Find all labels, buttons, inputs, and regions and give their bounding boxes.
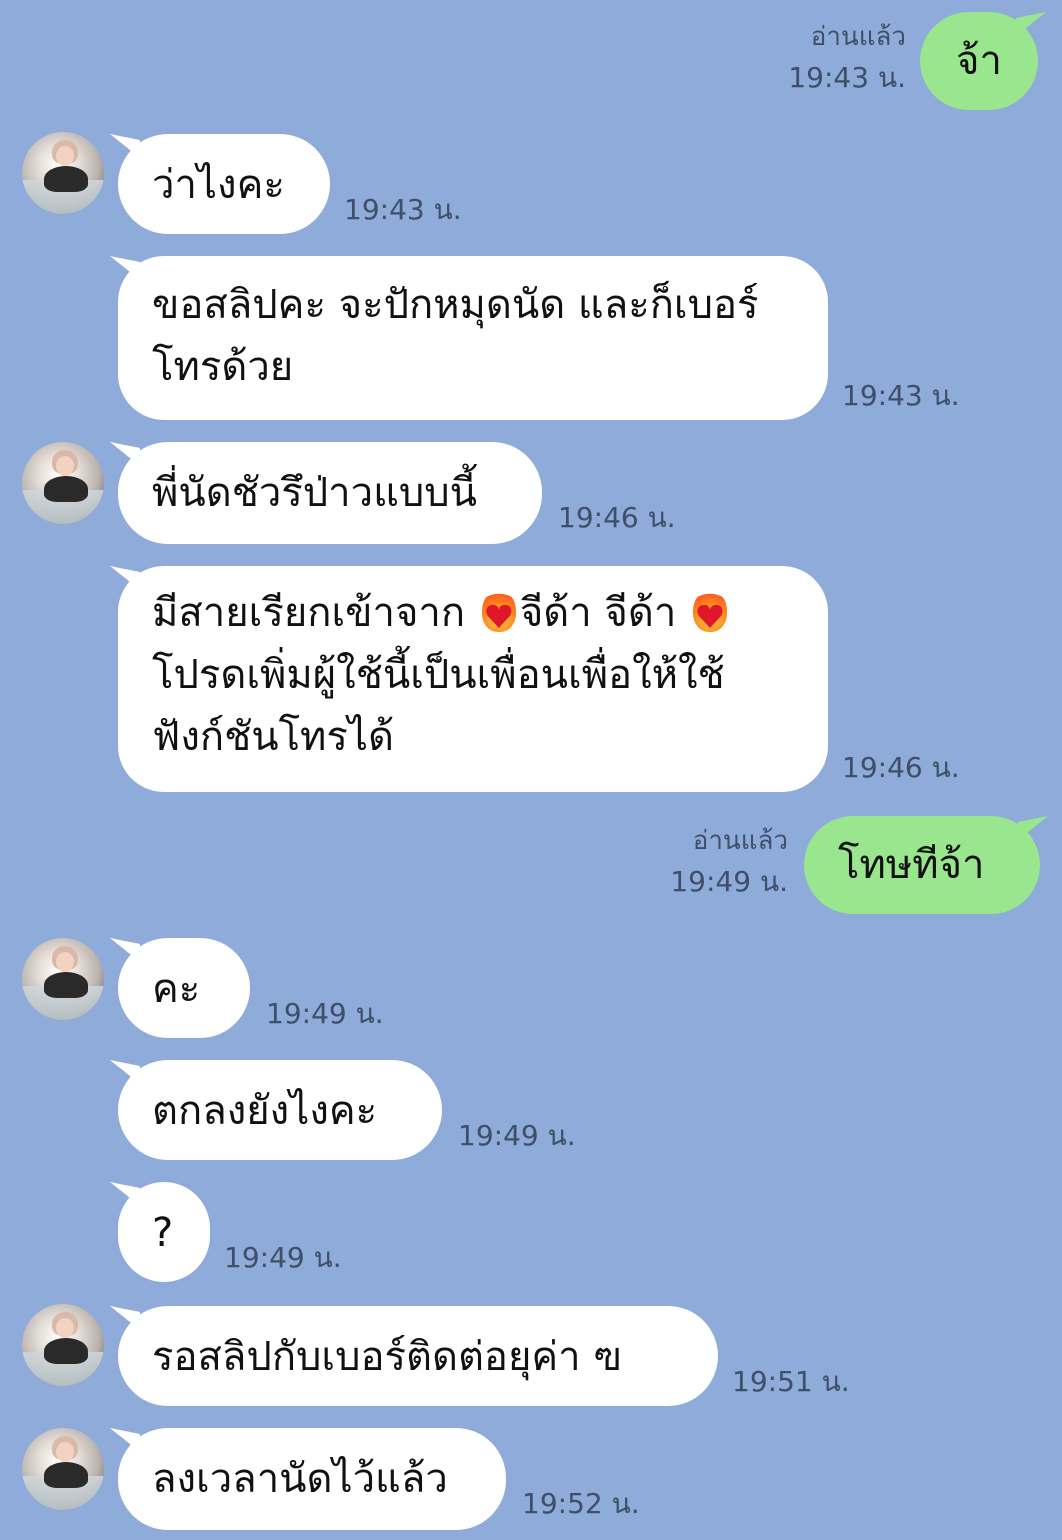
incoming-message-bubble[interactable]: ตกลงยังไงคะ xyxy=(118,1060,442,1160)
incoming-message-bubble[interactable]: มีสายเรียกเข้าจาก จีด้า จีด้า โปรดเพิ่มผ… xyxy=(118,566,828,792)
message-text: คะ xyxy=(152,966,201,1012)
heart-on-fire-emoji xyxy=(478,590,520,634)
message-text: รอสลิปกับเบอร์ติดต่อยุค่า ฃ xyxy=(152,1334,622,1380)
message-time: 19:46 น. xyxy=(842,751,960,784)
read-receipt: อ่านแล้ว xyxy=(692,826,788,856)
heart-on-fire-emoji xyxy=(689,590,731,634)
message-time: 19:46 น. xyxy=(558,501,676,534)
message-text: ขอสลิปคะ จะปักหมุดนัด และก็เบอร์โทรด้วย xyxy=(152,282,759,390)
message-time: 19:51 น. xyxy=(732,1365,850,1398)
message-text: โทษทีจ้า xyxy=(838,842,985,888)
message-time: 19:43 น. xyxy=(842,379,960,412)
message-time: 19:43 น. xyxy=(788,61,906,94)
message-text: ว่าไงคะ xyxy=(152,162,285,208)
incoming-message-bubble[interactable]: ขอสลิปคะ จะปักหมุดนัด และก็เบอร์โทรด้วย xyxy=(118,256,828,420)
contact-avatar[interactable] xyxy=(22,1304,104,1386)
incoming-message-bubble[interactable]: คะ xyxy=(118,938,250,1038)
message-meta: อ่านแล้ว 19:43 น. xyxy=(788,18,906,100)
message-time: 19:49 น. xyxy=(224,1241,342,1274)
incoming-message-bubble[interactable]: พี่นัดชัวรึป่าวแบบนี้ xyxy=(118,442,542,544)
outgoing-message-bubble[interactable]: โทษทีจ้า xyxy=(804,816,1040,914)
contact-avatar[interactable] xyxy=(22,442,104,524)
contact-avatar[interactable] xyxy=(22,132,104,214)
incoming-message-bubble[interactable]: รอสลิปกับเบอร์ติดต่อยุค่า ฃ xyxy=(118,1306,718,1406)
message-text: จ้า xyxy=(956,38,1002,84)
message-time: 19:52 น. xyxy=(522,1487,640,1520)
message-text-part: จีด้า จีด้า xyxy=(519,590,689,636)
message-time: 19:43 น. xyxy=(344,193,462,226)
message-meta: อ่านแล้ว 19:49 น. xyxy=(670,822,788,904)
contact-avatar[interactable] xyxy=(22,938,104,1020)
incoming-message-bubble[interactable]: ? xyxy=(118,1182,210,1282)
chat-thread[interactable]: อ่านแล้ว 19:43 น. จ้า ว่าไงคะ 19:43 น. ข… xyxy=(0,0,1062,1540)
message-text: ลงเวลานัดไว้แล้ว xyxy=(152,1456,448,1502)
message-text: ตกลงยังไงคะ xyxy=(152,1088,378,1134)
message-text: ? xyxy=(152,1210,174,1256)
message-text-part: มีสายเรียกเข้าจาก xyxy=(152,590,478,636)
message-text-part: โปรดเพิ่มผู้ใช้นี้เป็นเพื่อนเพื่อให้ใช้ฟ… xyxy=(152,652,725,760)
message-time: 19:49 น. xyxy=(670,865,788,898)
outgoing-message-bubble[interactable]: จ้า xyxy=(920,12,1038,110)
contact-avatar[interactable] xyxy=(22,1428,104,1510)
incoming-message-bubble[interactable]: ลงเวลานัดไว้แล้ว xyxy=(118,1428,506,1530)
message-time: 19:49 น. xyxy=(458,1119,576,1152)
incoming-message-bubble[interactable]: ว่าไงคะ xyxy=(118,134,330,234)
message-text: พี่นัดชัวรึป่าวแบบนี้ xyxy=(152,470,477,516)
read-receipt: อ่านแล้ว xyxy=(810,22,906,52)
message-time: 19:49 น. xyxy=(266,997,384,1030)
